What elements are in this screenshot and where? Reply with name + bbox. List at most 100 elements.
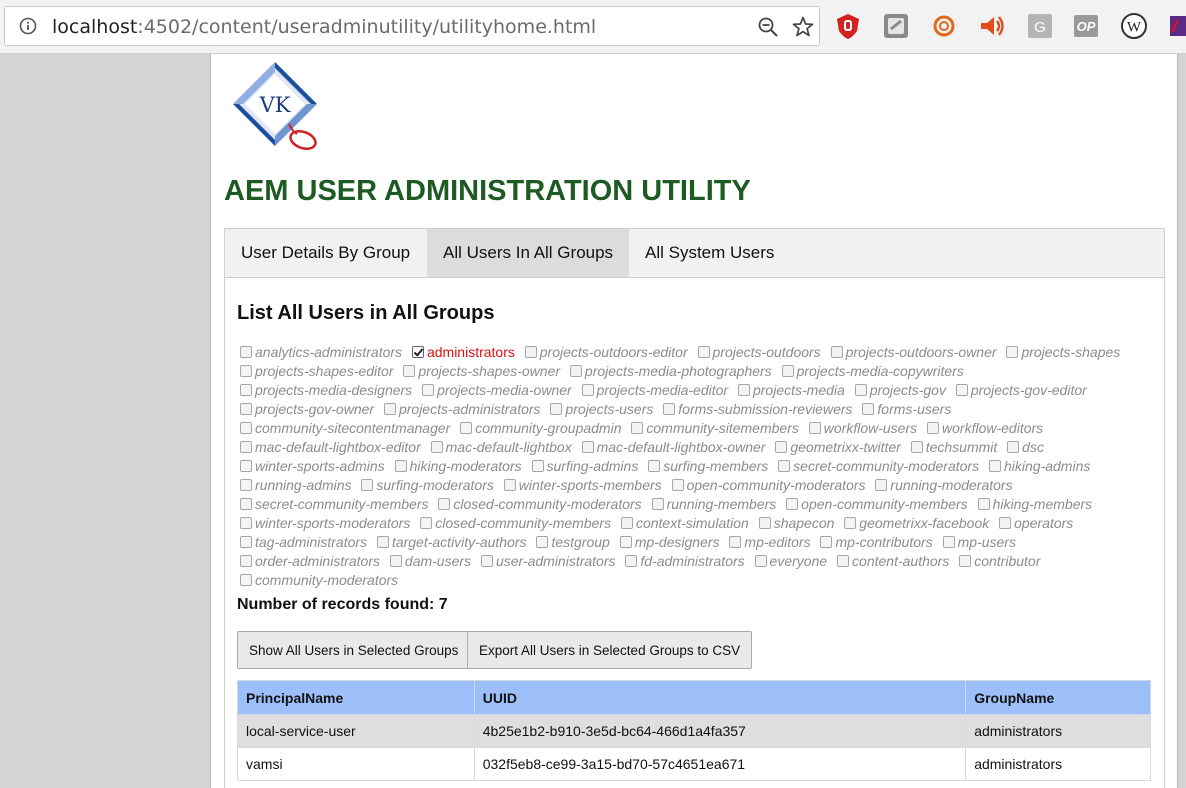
group-option[interactable]: context-simulation — [618, 515, 752, 531]
group-option[interactable]: winter-sports-moderators — [237, 515, 413, 531]
group-checkbox[interactable] — [927, 422, 940, 434]
op-icon[interactable]: OP — [1072, 12, 1100, 40]
group-checkbox[interactable] — [619, 536, 632, 548]
group-option[interactable]: community-groupadmin — [457, 420, 624, 436]
info-icon[interactable] — [19, 17, 37, 35]
group-checkbox[interactable] — [671, 479, 684, 491]
group-checkbox[interactable] — [781, 365, 794, 377]
group-checkbox[interactable] — [837, 555, 850, 567]
group-checkbox[interactable] — [240, 574, 252, 586]
group-option[interactable]: hiking-members — [975, 496, 1096, 512]
group-option[interactable]: workflow-users — [806, 420, 920, 436]
group-checkbox[interactable] — [910, 441, 923, 453]
group-checkbox[interactable] — [460, 422, 473, 434]
group-option[interactable]: projects-gov-editor — [953, 382, 1090, 398]
group-option[interactable]: running-members — [649, 496, 780, 512]
url-text[interactable]: localhost:4502/content/useradminutility/… — [52, 16, 596, 38]
group-checkbox[interactable] — [403, 365, 416, 377]
group-checkbox[interactable] — [361, 479, 374, 491]
group-checkbox[interactable] — [240, 517, 252, 529]
group-option[interactable]: shapecon — [756, 515, 838, 531]
group-option[interactable]: projects-shapes — [1003, 344, 1123, 360]
group-checkbox[interactable] — [240, 365, 252, 377]
group-checkbox[interactable] — [830, 346, 843, 358]
group-checkbox[interactable] — [786, 498, 799, 510]
group-option[interactable]: projects-users — [547, 401, 656, 417]
group-checkbox[interactable] — [775, 441, 788, 453]
group-option[interactable]: order-administrators — [237, 553, 383, 569]
group-option[interactable]: projects-shapes-editor — [237, 363, 397, 379]
group-option[interactable]: mac-default-lightbox-editor — [237, 439, 424, 455]
group-option[interactable]: forms-submission-reviewers — [660, 401, 855, 417]
group-option[interactable]: mp-designers — [617, 534, 723, 550]
group-option[interactable]: forms-users — [859, 401, 954, 417]
group-checkbox[interactable] — [1007, 441, 1020, 453]
group-checkbox[interactable] — [754, 555, 767, 567]
group-option[interactable]: projects-media-copywriters — [779, 363, 967, 379]
g-icon[interactable]: G — [1026, 12, 1054, 40]
group-checkbox[interactable] — [531, 460, 544, 472]
header-principal-name[interactable]: PrincipalName — [237, 680, 475, 715]
group-option[interactable]: mac-default-lightbox-owner — [579, 439, 769, 455]
group-checkbox[interactable] — [737, 384, 750, 396]
group-checkbox[interactable] — [758, 517, 771, 529]
group-checkbox[interactable] — [480, 555, 493, 567]
group-checkbox[interactable] — [422, 384, 435, 396]
group-option[interactable]: tag-administrators — [237, 534, 370, 550]
group-checkbox[interactable] — [569, 365, 582, 377]
ublock-icon[interactable] — [834, 12, 862, 40]
group-option[interactable]: everyone — [752, 553, 831, 569]
group-checkbox[interactable] — [854, 384, 867, 396]
tab-all-system-users[interactable]: All System Users — [629, 229, 790, 277]
group-checkbox[interactable] — [999, 517, 1012, 529]
group-checkbox[interactable] — [240, 536, 252, 548]
group-option[interactable]: mp-users — [940, 534, 1019, 550]
group-checkbox[interactable] — [778, 460, 791, 472]
wappalyzer-icon[interactable]: W — [1120, 12, 1148, 40]
group-option[interactable]: analytics-administrators — [237, 344, 405, 360]
group-option[interactable]: dsc — [1004, 439, 1047, 455]
group-checkbox[interactable] — [862, 403, 875, 415]
group-checkbox[interactable] — [550, 403, 563, 415]
group-checkbox[interactable] — [959, 555, 972, 567]
group-checkbox[interactable] — [240, 346, 252, 358]
group-option[interactable]: projects-administrators — [381, 401, 544, 417]
group-checkbox[interactable] — [394, 460, 407, 472]
group-checkbox[interactable] — [240, 384, 252, 396]
group-option[interactable]: mp-contributors — [817, 534, 935, 550]
group-option[interactable]: closed-community-members — [417, 515, 614, 531]
group-checkbox[interactable] — [383, 403, 396, 415]
group-checkbox[interactable] — [808, 422, 821, 434]
group-checkbox[interactable] — [651, 498, 664, 510]
group-option[interactable]: geometrixx-twitter — [772, 439, 903, 455]
group-option[interactable]: projects-outdoors — [695, 344, 824, 360]
group-option[interactable]: content-authors — [834, 553, 952, 569]
group-option[interactable]: projects-media-editor — [579, 382, 732, 398]
extension-icon[interactable] — [1166, 12, 1186, 40]
group-option[interactable]: techsummit — [908, 439, 1001, 455]
group-checkbox[interactable] — [663, 403, 676, 415]
group-checkbox[interactable] — [631, 422, 644, 434]
group-option[interactable]: projects-media-owner — [419, 382, 575, 398]
group-checkbox[interactable] — [240, 498, 252, 510]
group-option[interactable]: winter-sports-members — [501, 477, 665, 493]
group-option[interactable]: community-moderators — [237, 572, 401, 588]
group-option[interactable]: open-community-members — [783, 496, 971, 512]
group-option[interactable]: operators — [996, 515, 1076, 531]
group-checkbox[interactable] — [503, 479, 516, 491]
tab-all-users-in-all-groups[interactable]: All Users In All Groups — [427, 229, 630, 277]
group-option[interactable]: hiking-moderators — [392, 458, 525, 474]
group-checkbox[interactable] — [988, 460, 1001, 472]
group-option[interactable]: mac-default-lightbox — [428, 439, 575, 455]
group-option[interactable]: secret-community-moderators — [775, 458, 982, 474]
group-checkbox[interactable] — [420, 517, 433, 529]
group-option[interactable]: target-activity-authors — [374, 534, 530, 550]
group-option[interactable]: running-moderators — [872, 477, 1015, 493]
group-checkbox[interactable] — [729, 536, 742, 548]
group-option[interactable]: mp-editors — [726, 534, 813, 550]
group-checkbox[interactable] — [697, 346, 710, 358]
group-option[interactable]: projects-media-designers — [237, 382, 415, 398]
group-checkbox[interactable] — [240, 441, 252, 453]
tab-user-details-by-group[interactable]: User Details By Group — [225, 229, 426, 277]
group-option[interactable]: projects-gov-owner — [237, 401, 377, 417]
